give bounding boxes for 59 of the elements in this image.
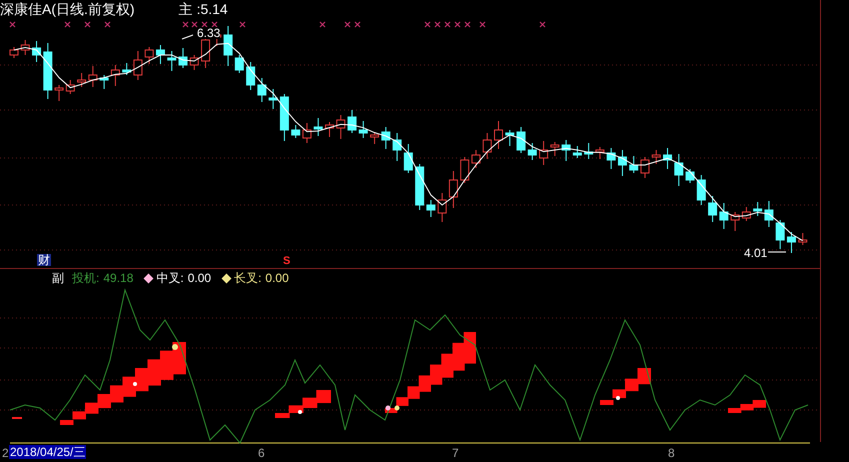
cross-mark-icon [9,21,16,28]
cross-mark-icon [319,21,326,28]
signal-dot [298,410,302,414]
cross-mark-icon [464,21,471,28]
step-bar [302,398,318,408]
signal-dot [616,396,620,400]
indicator-label: 主 [178,2,193,16]
time-axis-label: 8 [668,447,675,459]
step-bar [625,378,638,392]
series-value: 49.18 [103,272,134,284]
low-price-label: 4.01 [744,247,768,259]
sell-marker: S [283,256,290,267]
cross-mark-icon [344,21,351,28]
time-axis-label: 7 [452,447,459,459]
step-bar [85,402,98,414]
cross-mark-icon [182,21,189,28]
step-bar [98,394,111,408]
series-value: 0.00 [188,272,212,284]
leader-line [182,34,194,40]
step-bar [110,385,124,402]
cross-mark-icon [64,21,71,28]
step-bar [122,376,136,397]
finance-marker: 财 [37,254,51,266]
cross-mark-icon [424,21,431,28]
time-axis-label: 6 [258,447,265,459]
stock-title: 深康佳A(日线.前复权) [0,2,135,16]
cross-mark-icon [104,21,111,28]
cross-mark-icon [539,21,546,28]
cross-mark-icon [479,21,486,28]
step-bar [316,390,331,404]
step-bar [135,368,148,392]
cross-mark-icon [191,21,198,28]
signal-dot [394,406,400,410]
signal-dot [386,406,390,410]
series-name: 中叉: [156,272,184,284]
signal-dot [133,382,137,386]
step-bar [600,400,614,405]
step-bar [418,375,431,392]
series-name: 长叉: [234,272,262,284]
cross-mark-icon [434,21,441,28]
cross-mark-icon [201,21,208,28]
cross-mark-icon [211,21,218,28]
cross-mark-icon [239,21,246,28]
cursor-date: 2018/04/25/三 [9,445,86,459]
indicator-value: :5.14 [196,2,228,16]
high-price-label: 6.33 [197,27,220,39]
sub-chart-label: 副 [52,272,64,284]
time-axis-label: 2 [2,447,9,459]
step-bar [430,364,442,385]
signal-dot [172,344,178,350]
cross-mark-icon [454,21,461,28]
step-bar [464,332,476,364]
cross-mark-icon [444,21,451,28]
cross-mark-icon [354,21,361,28]
step-bar [612,389,626,398]
step-bar [638,368,651,384]
series-value: 0.00 [265,272,289,284]
series-name: 投机: [72,272,100,284]
cross-mark-icon [84,21,91,28]
